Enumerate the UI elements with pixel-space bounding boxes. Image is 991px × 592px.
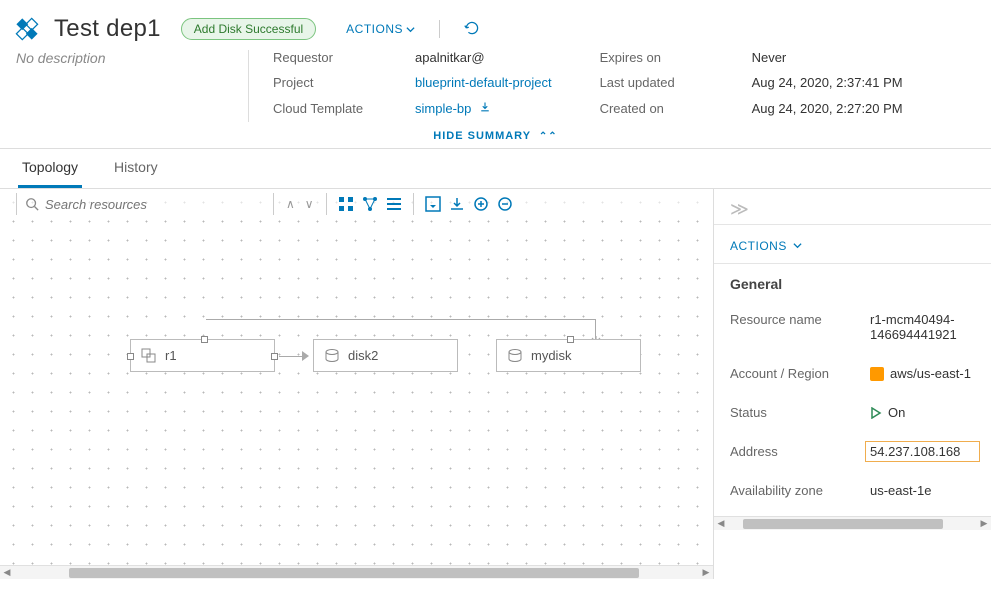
fit-screen-button[interactable] <box>422 193 444 215</box>
side-h-scrollbar[interactable]: ◀ ▶ <box>714 516 991 530</box>
chevron-down-icon <box>793 241 802 250</box>
expires-label: Expires on <box>600 50 720 71</box>
status-label: Status <box>730 405 870 420</box>
next-result[interactable]: ∨ <box>301 197 318 211</box>
canvas-grid[interactable] <box>0 189 713 579</box>
side-actions-dropdown[interactable]: ACTIONS <box>714 225 991 263</box>
zoom-out-button[interactable] <box>494 193 516 215</box>
download-icon <box>479 101 491 113</box>
template-label: Cloud Template <box>273 101 403 122</box>
scroll-right-arrow[interactable]: ▶ <box>699 566 713 580</box>
search-icon <box>25 197 39 211</box>
canvas-h-scrollbar[interactable]: ◀ ▶ <box>0 565 713 579</box>
updated-value: Aug 24, 2020, 2:37:41 PM <box>752 75 903 96</box>
status-value: On <box>870 405 975 420</box>
account-value: aws/us-east-1 <box>870 366 975 381</box>
template-link[interactable]: simple-bp <box>415 101 552 122</box>
az-value: us-east-1e <box>870 483 975 498</box>
scroll-right-arrow[interactable]: ▶ <box>977 517 991 531</box>
zoom-in-button[interactable] <box>470 193 492 215</box>
export-button[interactable] <box>446 193 468 215</box>
play-icon <box>870 407 882 419</box>
divider <box>248 50 249 122</box>
expires-value: Never <box>752 50 903 71</box>
view-grid-button[interactable] <box>335 193 357 215</box>
view-list-button[interactable] <box>383 193 405 215</box>
tab-history[interactable]: History <box>110 149 162 188</box>
resource-name-value: r1-mcm40494-146694441921 <box>870 312 975 342</box>
refresh-button[interactable] <box>464 20 480 39</box>
chevron-down-icon <box>406 25 415 34</box>
actions-dropdown[interactable]: ACTIONS <box>346 22 415 36</box>
vm-icon <box>141 348 157 364</box>
resource-name-label: Resource name <box>730 312 870 342</box>
search-input[interactable] <box>45 197 265 212</box>
requestor-label: Requestor <box>273 50 403 71</box>
scroll-thumb[interactable] <box>743 519 943 529</box>
node-disk2[interactable]: disk2 <box>313 339 458 372</box>
scroll-left-arrow[interactable]: ◀ <box>0 566 14 580</box>
view-graph-button[interactable] <box>359 193 381 215</box>
disk-icon <box>324 348 340 364</box>
disk-icon <box>507 348 523 364</box>
status-badge: Add Disk Successful <box>181 18 316 40</box>
node-mydisk[interactable]: mydisk <box>496 339 641 372</box>
page-title: Test dep1 <box>54 15 161 43</box>
aws-icon <box>870 367 884 381</box>
connector-line <box>206 319 596 341</box>
scroll-thumb[interactable] <box>69 568 639 578</box>
az-label: Availability zone <box>730 483 870 498</box>
scroll-left-arrow[interactable]: ◀ <box>714 517 728 531</box>
address-value: 54.237.108.168 <box>865 441 980 462</box>
refresh-icon <box>464 20 480 36</box>
prev-result[interactable]: ∧ <box>282 197 299 211</box>
separator <box>439 20 440 38</box>
tab-topology[interactable]: Topology <box>18 149 82 188</box>
requestor-value: apalnitkar@ <box>415 50 552 71</box>
created-label: Created on <box>600 101 720 122</box>
node-r1[interactable]: r1 <box>130 339 275 372</box>
address-label: Address <box>730 444 870 459</box>
collapse-panel-icon[interactable]: ≫ <box>714 189 991 224</box>
chevron-up-double-icon: ⌃⌃ <box>539 131 558 142</box>
project-label: Project <box>273 75 403 96</box>
section-general: General <box>714 264 991 300</box>
project-link[interactable]: blueprint-default-project <box>415 75 552 96</box>
deployment-logo-icon <box>12 14 42 44</box>
account-label: Account / Region <box>730 366 870 381</box>
arrow-connector <box>275 344 313 368</box>
updated-label: Last updated <box>600 75 720 96</box>
created-value: Aug 24, 2020, 2:27:20 PM <box>752 101 903 122</box>
search-resources[interactable] <box>25 197 265 212</box>
hide-summary-toggle[interactable]: HIDE SUMMARY ⌃⌃ <box>0 122 991 148</box>
details-panel: ≫ ACTIONS General Resource name r1-mcm40… <box>713 189 991 579</box>
